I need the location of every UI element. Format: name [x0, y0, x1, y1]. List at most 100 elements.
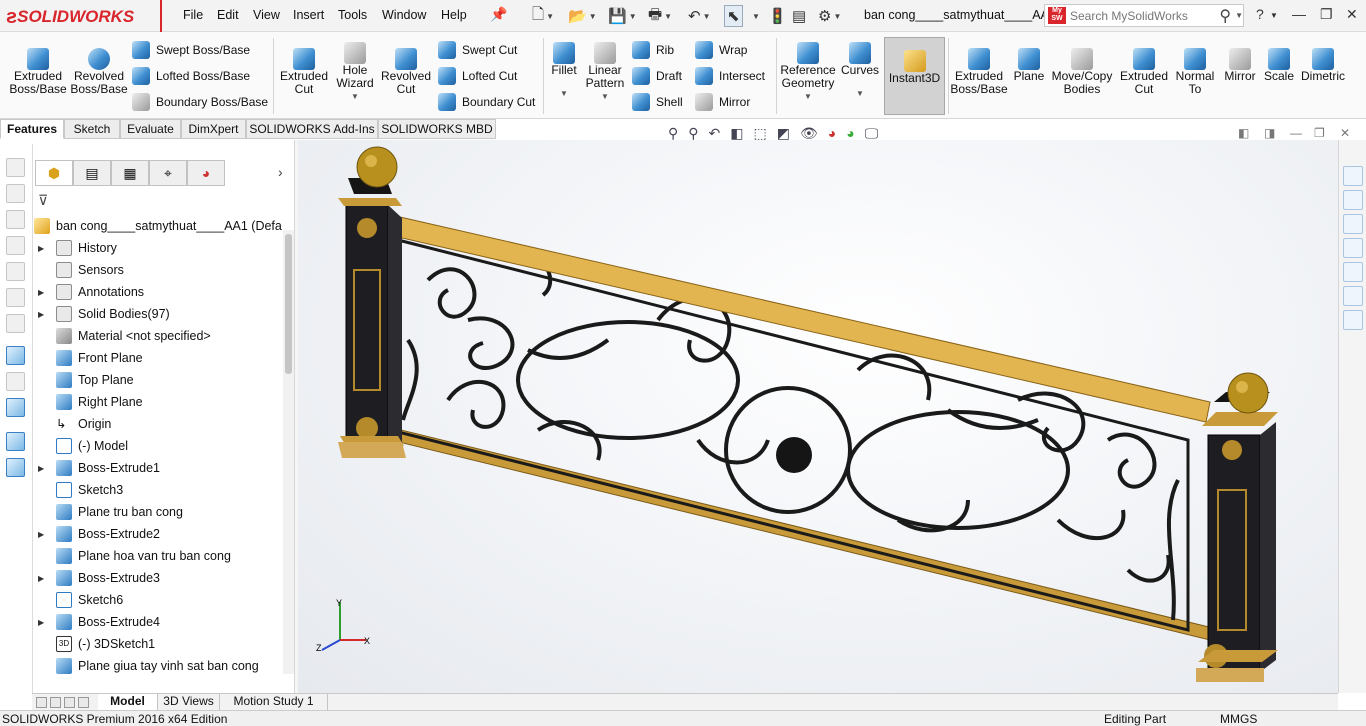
tree-item-sketch3[interactable]: Sketch3 [38, 480, 123, 500]
appearance-icon[interactable]: ◕ [828, 125, 836, 141]
tab-3d-views[interactable]: 3D Views [158, 694, 220, 710]
boundary-cut-button[interactable]: Boundary Cut [438, 93, 535, 111]
tree-item-plane-giua[interactable]: Plane giua tay vinh sat ban cong [38, 656, 259, 676]
tree-root[interactable]: ban cong____satmythuat____AA1 (Default< [34, 216, 282, 236]
tree-item-boss-extrude4[interactable]: ▶ Boss-Extrude4 [38, 612, 160, 632]
open-button[interactable]: 📂 ▼ [568, 5, 597, 27]
move-copy-bodies-button[interactable]: Move/Copy Bodies [1050, 48, 1114, 96]
menu-edit[interactable]: Edit [217, 8, 239, 22]
zoom-to-fit-icon[interactable]: ⚲ [668, 125, 678, 142]
paste-tool-icon[interactable] [6, 458, 25, 477]
split-left-icon[interactable]: ◧ [1238, 126, 1249, 140]
dimxpert-manager-tab[interactable]: ⌖ [149, 160, 187, 186]
tree-item-sensors[interactable]: Sensors [38, 260, 124, 280]
menu-insert[interactable]: Insert [293, 8, 324, 22]
menu-tools[interactable]: Tools [338, 8, 367, 22]
search-input[interactable]: Search MySolidWorks [1070, 9, 1219, 23]
lofted-cut-button[interactable]: Lofted Cut [438, 67, 517, 85]
restore-icon[interactable]: ❐ [1320, 6, 1333, 23]
scrollbar-thumb[interactable] [285, 234, 292, 374]
tab-evaluate[interactable]: Evaluate [120, 119, 181, 139]
tree-item-history[interactable]: ▶ History [38, 238, 117, 258]
menu-view[interactable]: View [253, 8, 280, 22]
tree-item-boss-extrude1[interactable]: ▶ Boss-Extrude1 [38, 458, 160, 478]
tool-icon[interactable] [6, 372, 25, 391]
tree-scrollbar[interactable] [283, 230, 294, 674]
view-palette-icon[interactable] [1343, 238, 1363, 258]
tool-icon[interactable] [6, 158, 25, 177]
next-tab-icon[interactable] [64, 697, 75, 708]
mirror-button[interactable]: Mirror [695, 93, 750, 111]
lofted-boss-button[interactable]: Lofted Boss/Base [132, 67, 250, 85]
extruded-cut-button[interactable]: Extruded Cut [278, 48, 330, 96]
previous-view-icon[interactable]: ↶ [709, 125, 721, 142]
hide-show-icon[interactable]: 👁 [800, 125, 818, 142]
doc-close-icon[interactable]: ✕ [1340, 126, 1350, 140]
expand-icon[interactable]: ▶ [38, 574, 44, 583]
view-settings-icon[interactable]: 🖵 [865, 125, 879, 142]
help-icon[interactable]: ? [1256, 6, 1264, 22]
swept-cut-button[interactable]: Swept Cut [438, 41, 517, 59]
curves-button[interactable]: Curves ▼ [840, 42, 880, 100]
filter-icon[interactable]: ⊽ [38, 192, 48, 209]
linear-pattern-button[interactable]: Linear Pattern ▼ [584, 42, 626, 103]
close-icon[interactable]: ✕ [1346, 6, 1358, 23]
forum-icon[interactable] [1343, 310, 1363, 330]
view-orientation-icon[interactable]: ⬚ [754, 125, 767, 142]
dimetric-button[interactable]: Dimetric [1300, 48, 1346, 83]
search-box[interactable]: My SW Search MySolidWorks ⚲ ▼ [1044, 4, 1244, 27]
configuration-manager-tab[interactable]: ▦ [111, 160, 149, 186]
fillet-button[interactable]: Fillet ▼ [548, 42, 580, 100]
boundary-boss-button[interactable]: Boundary Boss/Base [132, 93, 268, 111]
tool-icon[interactable] [6, 288, 25, 307]
tree-item-front-plane[interactable]: Front Plane [38, 348, 143, 368]
menu-help[interactable]: Help [441, 8, 467, 22]
custom-properties-icon[interactable] [1343, 286, 1363, 306]
swept-boss-button[interactable]: Swept Boss/Base [132, 41, 250, 59]
tab-features[interactable]: Features [0, 119, 64, 139]
search-icon[interactable]: ⚲ [1219, 6, 1231, 26]
tree-item-material[interactable]: Material <not specified> [38, 326, 211, 346]
scale-button[interactable]: Scale [1262, 48, 1296, 83]
section-view-icon[interactable]: ◧ [730, 125, 743, 142]
chevron-down-icon[interactable]: ▼ [1235, 11, 1243, 20]
save-button[interactable]: 💾 ▼ [608, 5, 637, 27]
expand-icon[interactable]: ▶ [38, 464, 44, 473]
expand-icon[interactable]: ▶ [38, 244, 44, 253]
chevron-right-icon[interactable]: › [278, 164, 283, 180]
appearances-icon[interactable] [1343, 262, 1363, 282]
doc-restore-icon[interactable]: ❐ [1314, 126, 1325, 140]
intersect-button[interactable]: Intersect [695, 67, 765, 85]
instant3d-button[interactable]: Instant3D [884, 37, 945, 115]
menu-window[interactable]: Window [382, 8, 426, 22]
last-tab-icon[interactable] [78, 697, 89, 708]
file-properties-button[interactable]: ▤ [792, 5, 806, 27]
print-button[interactable]: 🖶 ▼ [648, 5, 672, 27]
revolved-cut-button[interactable]: Revolved Cut [380, 48, 432, 96]
options-button[interactable]: ⚙ ▼ [818, 5, 841, 27]
tab-addins[interactable]: SOLIDWORKS Add-Ins [246, 119, 378, 139]
hole-wizard-button[interactable]: Hole Wizard ▼ [333, 42, 377, 103]
tool-icon[interactable] [6, 262, 25, 281]
tree-item-boss-extrude3[interactable]: ▶ Boss-Extrude3 [38, 568, 160, 588]
expand-icon[interactable]: ▶ [38, 618, 44, 627]
tab-motion-study[interactable]: Motion Study 1 [220, 694, 328, 710]
tree-item-plane-hoa-van[interactable]: Plane hoa van tru ban cong [38, 546, 231, 566]
prev-tab-icon[interactable] [50, 697, 61, 708]
tool-icon[interactable] [6, 236, 25, 255]
rib-button[interactable]: Rib [632, 41, 674, 59]
revolved-boss-button[interactable]: Revolved Boss/Base [70, 48, 128, 96]
extruded-cut-button-2[interactable]: Extruded Cut [1118, 48, 1170, 96]
expand-icon[interactable]: ▶ [38, 288, 44, 297]
tree-item-model[interactable]: (-) Model [38, 436, 128, 456]
solidworks-logo[interactable]: ƨ SOLIDWORKS [6, 4, 156, 30]
new-document-button[interactable]: 🗋 ▼ [532, 5, 554, 27]
tab-sketch[interactable]: Sketch [64, 119, 120, 139]
tab-mbd[interactable]: SOLIDWORKS MBD [378, 119, 496, 139]
display-tool-icon[interactable] [6, 398, 25, 417]
tool-icon[interactable] [6, 210, 25, 229]
tree-item-annotations[interactable]: ▶ Annotations [38, 282, 144, 302]
feature-manager-tab[interactable]: ⬢ [35, 160, 73, 186]
select-button[interactable]: ⬉ [724, 5, 743, 27]
display-style-icon[interactable]: ◩ [777, 125, 790, 142]
